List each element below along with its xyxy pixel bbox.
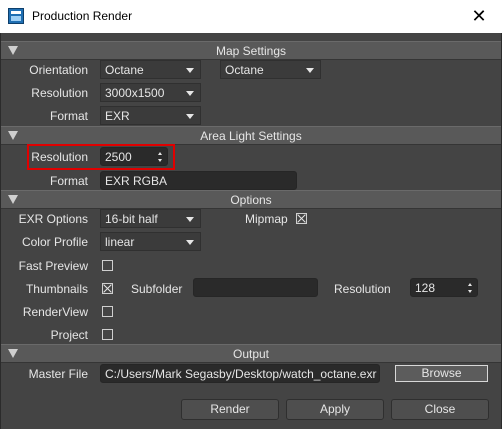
section-title: Map Settings — [215, 44, 287, 58]
resolution-label: Resolution — [31, 86, 88, 100]
section-title: Output — [232, 347, 270, 361]
map-resolution-dropdown[interactable]: 3000x1500 — [100, 83, 201, 102]
chevron-down-icon — [186, 91, 194, 96]
mipmap-label: Mipmap — [245, 212, 288, 226]
spin-up-icon[interactable] — [468, 283, 472, 286]
thumbnail-resolution-value: 128 — [415, 281, 436, 295]
color-profile-value: linear — [105, 235, 135, 249]
section-header-area-light-settings[interactable]: Area Light Settings — [1, 126, 501, 145]
title-bar: Production Render ✕ — [0, 0, 502, 33]
subfolder-label: Subfolder — [131, 282, 183, 296]
render-button[interactable]: Render — [181, 399, 279, 420]
mipmap-checkbox[interactable] — [296, 213, 307, 224]
chevron-down-icon — [306, 68, 314, 73]
section-header-map-settings[interactable]: Map Settings — [1, 41, 501, 60]
fast-preview-label: Fast Preview — [18, 259, 88, 273]
area-light-resolution-spinbox[interactable]: 2500 — [100, 147, 168, 166]
exr-options-value: 16-bit half — [105, 212, 158, 226]
orientation-secondary-value: Octane — [225, 63, 264, 77]
chevron-down-icon — [186, 240, 194, 245]
close-icon[interactable]: ✕ — [468, 5, 490, 27]
area-light-resolution-label: Resolution — [31, 150, 88, 164]
exr-options-dropdown[interactable]: 16-bit half — [100, 209, 201, 228]
renderview-label: RenderView — [22, 305, 88, 319]
orientation-label: Orientation — [29, 63, 88, 77]
project-label: Project — [50, 328, 88, 342]
project-checkbox[interactable] — [102, 329, 113, 340]
thumbnail-resolution-label: Resolution — [334, 282, 391, 296]
spin-up-icon[interactable] — [158, 152, 162, 155]
exr-options-label: EXR Options — [18, 212, 88, 226]
color-profile-dropdown[interactable]: linear — [100, 232, 201, 251]
area-light-format-value: EXR RGBA — [105, 174, 168, 188]
section-title: Options — [230, 193, 272, 207]
spin-down-icon[interactable] — [158, 159, 162, 162]
area-light-format-field[interactable]: EXR RGBA — [100, 171, 297, 190]
color-profile-label: Color Profile — [21, 235, 88, 249]
section-header-output[interactable]: Output — [1, 344, 501, 363]
orientation-dropdown[interactable]: Octane — [100, 60, 201, 79]
thumbnails-label: Thumbnails — [25, 282, 88, 296]
browse-button[interactable]: Browse — [395, 365, 488, 382]
master-file-value: C:/Users/Mark Segasby/Desktop/watch_octa… — [105, 367, 377, 381]
chevron-down-icon — [186, 114, 194, 119]
area-light-resolution-value: 2500 — [105, 150, 132, 164]
master-file-input[interactable]: C:/Users/Mark Segasby/Desktop/watch_octa… — [100, 364, 380, 383]
map-format-value: EXR — [105, 109, 130, 123]
close-button[interactable]: Close — [391, 399, 489, 420]
section-header-options[interactable]: Options — [1, 190, 501, 209]
thumbnails-checkbox[interactable] — [102, 283, 113, 294]
renderview-checkbox[interactable] — [102, 306, 113, 317]
orientation-value: Octane — [105, 63, 144, 77]
thumbnail-resolution-spinbox[interactable]: 128 — [410, 278, 478, 297]
map-resolution-value: 3000x1500 — [105, 86, 165, 100]
subfolder-input[interactable] — [193, 278, 318, 297]
map-format-dropdown[interactable]: EXR — [100, 106, 201, 125]
render-app-icon — [8, 8, 24, 24]
window-title: Production Render — [32, 9, 133, 23]
master-file-label: Master File — [28, 367, 88, 381]
section-title: Area Light Settings — [200, 129, 302, 143]
fast-preview-checkbox[interactable] — [102, 260, 113, 271]
apply-button[interactable]: Apply — [286, 399, 384, 420]
chevron-down-icon — [186, 68, 194, 73]
format-label: Format — [49, 109, 88, 123]
chevron-down-icon — [186, 217, 194, 222]
area-light-format-label: Format — [49, 174, 88, 188]
spin-down-icon[interactable] — [468, 290, 472, 293]
orientation-secondary-dropdown[interactable]: Octane — [220, 60, 321, 79]
